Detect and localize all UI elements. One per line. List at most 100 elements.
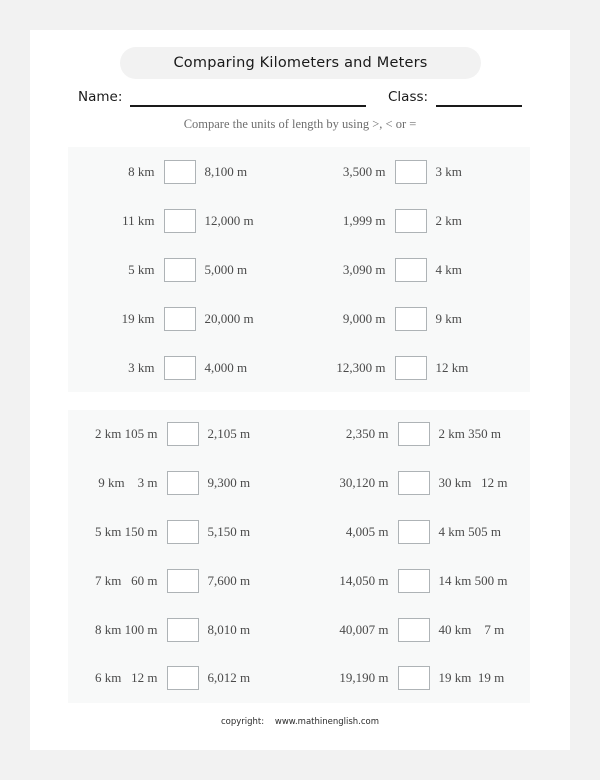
operand-left: 9,000 m (342, 310, 386, 326)
comparison-answer-box[interactable] (166, 471, 199, 496)
operand-right: 19 km 19 m (438, 670, 505, 686)
comparison-answer-box[interactable] (394, 306, 427, 331)
operand-left: 14,050 m (339, 572, 389, 588)
operand-left: 3 km (128, 359, 155, 375)
problem-cell: 7 km 60 m 7,600 m (68, 556, 299, 605)
comparison-answer-box[interactable] (163, 257, 196, 282)
problem-cell: 14,050 m 14 km 500 m (299, 556, 530, 605)
operand-right: 8,100 m (204, 163, 248, 179)
exercise-row: 8 km 8,100 m 3,500 m 3 km (68, 147, 530, 196)
comparison-answer-box[interactable] (394, 355, 427, 380)
operand-left: 8 km (128, 163, 155, 179)
comparison-answer-box[interactable] (163, 306, 196, 331)
comparison-answer-box[interactable] (397, 617, 430, 642)
comparison-answer-box[interactable] (397, 422, 430, 447)
problem: 3 km 4,000 m (101, 355, 267, 380)
comparison-answer-box[interactable] (166, 568, 199, 593)
operand-left: 9 km 3 m (98, 475, 158, 491)
footer-copyright: copyright: www.mathinenglish.com (220, 717, 380, 727)
comparison-answer-box[interactable] (397, 568, 430, 593)
operand-right: 5,150 m (207, 523, 251, 539)
problem: 2,350 m 2 km 350 m (313, 422, 517, 447)
operand-left: 2 km 105 m (95, 426, 158, 442)
operand-right: 2,105 m (207, 426, 251, 442)
name-input-line[interactable] (130, 105, 366, 107)
problem: 40,007 m 40 km 7 m (313, 617, 517, 642)
problem: 8 km 8,100 m (101, 159, 267, 184)
worksheet-page: Comparing Kilometers and Meters Name: Cl… (30, 30, 570, 750)
comparison-answer-box[interactable] (163, 159, 196, 184)
operand-right: 7,600 m (207, 572, 251, 588)
operand-right: 4,000 m (204, 359, 248, 375)
problem: 9 km 3 m 9,300 m (82, 471, 286, 496)
exercise-row: 3 km 4,000 m 12,300 m 12 km (68, 343, 530, 392)
problem-cell: 5 km 5,000 m (68, 245, 299, 294)
problem-cell: 9 km 3 m 9,300 m (68, 459, 299, 508)
comparison-answer-box[interactable] (397, 471, 430, 496)
comparison-answer-box[interactable] (166, 666, 199, 691)
problem: 11 km 12,000 m (101, 208, 267, 233)
problem-cell: 3,090 m 4 km (299, 245, 530, 294)
operand-left: 3,500 m (342, 163, 386, 179)
operand-left: 8 km 100 m (95, 621, 158, 637)
page-title: Comparing Kilometers and Meters (173, 55, 428, 71)
exercise-panel-section-1: 8 km 8,100 m 3,500 m 3 km 11 km 12,000 m 1,999… (68, 147, 530, 392)
problem-cell: 11 km 12,000 m (68, 196, 299, 245)
operand-right: 6,012 m (207, 670, 251, 686)
problem: 6 km 12 m 6,012 m (82, 666, 286, 691)
problem-cell: 8 km 8,100 m (68, 147, 299, 196)
problem: 19,190 m 19 km 19 m (313, 666, 517, 691)
problem: 8 km 100 m 8,010 m (82, 617, 286, 642)
problem: 3,500 m 3 km (332, 159, 498, 184)
operand-right: 2 km (435, 212, 462, 228)
problem: 4,005 m 4 km 505 m (313, 519, 517, 544)
operand-right: 5,000 m (204, 261, 248, 277)
problem-cell: 3 km 4,000 m (68, 343, 299, 392)
operand-left: 5 km 150 m (95, 523, 158, 539)
exercise-row: 6 km 12 m 6,012 m 19,190 m 19 km 19 m (68, 654, 530, 703)
comparison-answer-box[interactable] (163, 208, 196, 233)
operand-right: 20,000 m (204, 310, 254, 326)
operand-left: 19,190 m (339, 670, 389, 686)
operand-right: 14 km 500 m (438, 572, 508, 588)
comparison-answer-box[interactable] (397, 666, 430, 691)
comparison-answer-box[interactable] (394, 208, 427, 233)
problem: 12,300 m 12 km (332, 355, 498, 380)
operand-left: 3,090 m (342, 261, 386, 277)
comparison-answer-box[interactable] (163, 355, 196, 380)
problem-cell: 19,190 m 19 km 19 m (299, 654, 530, 703)
operand-right: 2 km 350 m (438, 426, 501, 442)
title-banner: Comparing Kilometers and Meters (120, 47, 481, 79)
problem: 2 km 105 m 2,105 m (82, 422, 286, 447)
operand-left: 19 km (121, 310, 155, 326)
comparison-answer-box[interactable] (166, 422, 199, 447)
comparison-answer-box[interactable] (394, 257, 427, 282)
operand-left: 6 km 12 m (95, 670, 158, 686)
problem: 3,090 m 4 km (332, 257, 498, 282)
exercise-row: 8 km 100 m 8,010 m 40,007 m 40 km 7 m (68, 605, 530, 654)
operand-right: 8,010 m (207, 621, 251, 637)
problem-cell: 9,000 m 9 km (299, 294, 530, 343)
exercise-row: 2 km 105 m 2,105 m 2,350 m 2 km 350 m (68, 410, 530, 459)
problem-cell: 2 km 105 m 2,105 m (68, 410, 299, 459)
problem: 19 km 20,000 m (101, 306, 267, 331)
operand-left: 2,350 m (345, 426, 389, 442)
exercise-row: 19 km 20,000 m 9,000 m 9 km (68, 294, 530, 343)
problem-cell: 19 km 20,000 m (68, 294, 299, 343)
problem: 14,050 m 14 km 500 m (313, 568, 517, 593)
comparison-answer-box[interactable] (394, 159, 427, 184)
problem: 1,999 m 2 km (332, 208, 498, 233)
operand-right: 4 km 505 m (438, 523, 501, 539)
exercise-row: 5 km 5,000 m 3,090 m 4 km (68, 245, 530, 294)
operand-right: 9,300 m (207, 475, 251, 491)
problem: 7 km 60 m 7,600 m (82, 568, 286, 593)
comparison-answer-box[interactable] (397, 519, 430, 544)
problem-cell: 3,500 m 3 km (299, 147, 530, 196)
problem-cell: 4,005 m 4 km 505 m (299, 508, 530, 557)
comparison-answer-box[interactable] (166, 519, 199, 544)
comparison-answer-box[interactable] (166, 617, 199, 642)
problem-cell: 5 km 150 m 5,150 m (68, 508, 299, 557)
problem-cell: 2,350 m 2 km 350 m (299, 410, 530, 459)
problem-cell: 8 km 100 m 8,010 m (68, 605, 299, 654)
class-input-line[interactable] (436, 105, 522, 107)
